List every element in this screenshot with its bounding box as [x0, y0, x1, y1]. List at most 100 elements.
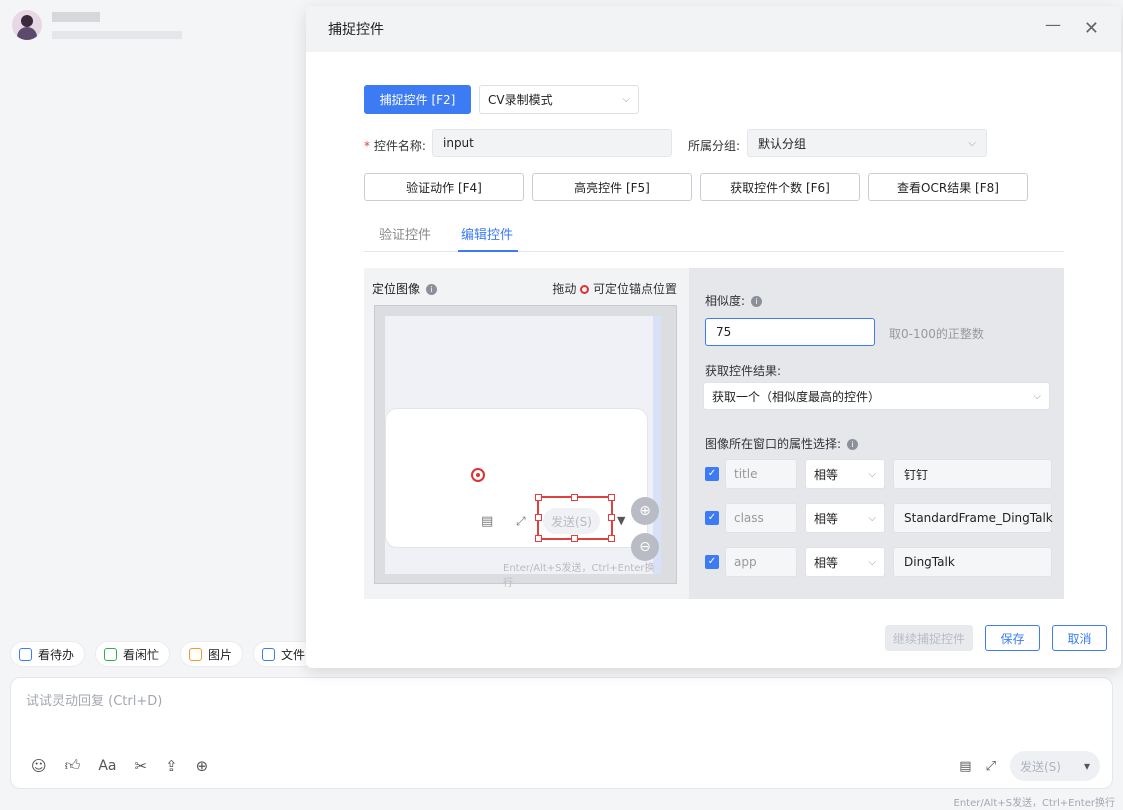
dialog-titlebar: 捕捉控件 — ✕: [306, 6, 1121, 52]
prop-row-app: ✓ app 相等 ⌵ DingTalk: [705, 547, 1052, 577]
resize-handle[interactable]: [571, 535, 578, 542]
quick-todo-button[interactable]: 看待办: [10, 641, 86, 667]
close-icon[interactable]: ✕: [1084, 18, 1099, 39]
prop-key: app: [725, 547, 797, 577]
chevron-down-icon: ⌵: [868, 556, 876, 568]
locate-image-canvas[interactable]: ▤ ⤢ 发送(S) ▼ Enter/Alt+S发送，Ctrl+Enter换行 ⊕: [374, 305, 677, 589]
prop-value[interactable]: DingTalk: [893, 547, 1052, 577]
emoji-icon[interactable]: ☺: [31, 757, 47, 775]
name-label: * 控件名称:: [364, 139, 426, 153]
resize-handle[interactable]: [608, 494, 615, 501]
chevron-down-icon: ⌵: [968, 137, 976, 149]
thumbs-up-icon[interactable]: 👍︎: [65, 756, 81, 775]
name-input[interactable]: input: [432, 129, 672, 157]
ai-icon: ▤: [481, 514, 494, 529]
prop-checkbox[interactable]: ✓: [705, 511, 719, 525]
highlight-button[interactable]: 高亮控件 [F5]: [532, 173, 692, 201]
prop-op-select[interactable]: 相等 ⌵: [805, 459, 885, 489]
target-icon: [580, 285, 590, 294]
prop-row-class: ✓ class 相等 ⌵ StandardFrame_DingTalk: [705, 503, 1053, 533]
send-button[interactable]: 发送(S) ▾: [1010, 751, 1100, 781]
prop-value[interactable]: 钉钉: [893, 459, 1052, 489]
composer-placeholder[interactable]: 试试灵动回复 (Ctrl+D): [26, 690, 162, 709]
selection-rectangle[interactable]: [535, 494, 615, 542]
prop-value[interactable]: StandardFrame_DingTalk: [893, 503, 1053, 533]
quick-image-button[interactable]: 图片: [180, 641, 244, 667]
folder-icon: [262, 647, 276, 661]
tab-edit[interactable]: 编辑控件: [461, 224, 513, 243]
prop-checkbox[interactable]: ✓: [705, 555, 719, 569]
verify-action-button[interactable]: 验证动作 [F4]: [364, 173, 524, 201]
properties-panel: 相似度: i 75 取0-100的正整数 获取控件结果: 获取一个（相似度最高的控…: [689, 268, 1064, 599]
zoom-out-icon[interactable]: ⊖: [631, 533, 659, 561]
result-select[interactable]: 获取一个（相似度最高的控件） ⌵: [703, 382, 1050, 410]
result-label: 获取控件结果:: [705, 364, 782, 378]
zoom-in-icon[interactable]: ⊕: [631, 497, 659, 525]
cancel-button[interactable]: 取消: [1052, 625, 1107, 651]
active-tab-indicator: [458, 250, 518, 252]
chevron-down-icon[interactable]: ▾: [1084, 759, 1090, 773]
captured-image: ▤ ⤢ 发送(S) ▼ Enter/Alt+S发送，Ctrl+Enter换行: [385, 316, 661, 589]
prop-checkbox[interactable]: ✓: [705, 467, 719, 481]
view-ocr-button[interactable]: 查看OCR结果 [F8]: [868, 173, 1028, 201]
message-composer[interactable]: 试试灵动回复 (Ctrl+D) ☺ 👍︎ Aa ✂ ⇪ ⊕ ▤ ⤢ 发送(S) …: [10, 677, 1113, 789]
prop-key: class: [725, 503, 797, 533]
prop-key: title: [725, 459, 797, 489]
composer-hint: Enter/Alt+S发送，Ctrl+Enter换行: [953, 798, 1116, 809]
dialog-title: 捕捉控件: [328, 22, 384, 38]
scissors-icon[interactable]: ✂: [134, 757, 147, 775]
capture-button[interactable]: 捕捉控件 [F2]: [364, 85, 471, 114]
save-button[interactable]: 保存: [985, 625, 1040, 651]
group-select[interactable]: 默认分组 ⌵: [747, 129, 987, 157]
chevron-down-icon: ⌵: [868, 468, 876, 480]
minimize-icon[interactable]: —: [1045, 15, 1061, 34]
ai-icon[interactable]: ▤: [959, 759, 971, 774]
chat-header: [0, 0, 305, 50]
quick-busy-button[interactable]: 看闲忙: [95, 641, 171, 667]
capture-control-dialog: 捕捉控件 — ✕ 捕捉控件 [F2] CV录制模式 ⌵ * 控件名称: inpu…: [306, 6, 1121, 668]
info-icon[interactable]: i: [751, 296, 763, 307]
resize-handle[interactable]: [535, 494, 542, 501]
chevron-down-icon: ⌵: [1033, 390, 1041, 402]
mode-select[interactable]: CV录制模式 ⌵: [479, 85, 639, 114]
folder-upload-icon[interactable]: ⇪: [165, 757, 178, 775]
continue-capture-button[interactable]: 继续捕捉控件: [885, 625, 973, 651]
chevron-down-icon: ⌵: [622, 94, 630, 105]
checklist-icon: [19, 647, 32, 661]
resize-handle[interactable]: [608, 514, 615, 521]
avatar[interactable]: [12, 10, 42, 40]
composer-toolbar: ☺ 👍︎ Aa ✂ ⇪ ⊕: [31, 756, 208, 775]
expand-icon: ⤢: [516, 514, 526, 528]
anchor-hint: 拖动 可定位锚点位置: [552, 282, 677, 296]
prop-op-select[interactable]: 相等 ⌵: [805, 503, 885, 533]
count-controls-button[interactable]: 获取控件个数 [F6]: [700, 173, 860, 201]
plus-circle-icon[interactable]: ⊕: [196, 757, 209, 775]
resize-handle[interactable]: [535, 535, 542, 542]
similarity-hint: 取0-100的正整数: [889, 327, 984, 341]
similarity-label: 相似度: i: [705, 292, 763, 309]
info-icon[interactable]: i: [847, 439, 859, 450]
locate-image-title: 定位图像 i: [372, 280, 438, 297]
tab-bar: 验证控件 编辑控件: [364, 218, 1064, 252]
prop-row-title: ✓ title 相等 ⌵ 钉钉: [705, 459, 1052, 489]
captured-hint-text: Enter/Alt+S发送，Ctrl+Enter换行: [503, 563, 655, 589]
resize-handle[interactable]: [535, 514, 542, 521]
chevron-down-icon: ⌵: [868, 512, 876, 524]
quick-action-bar: 看待办 看闲忙 图片 文件: [10, 641, 317, 667]
expand-icon[interactable]: ⤢: [986, 759, 996, 774]
calendar-check-icon: [104, 647, 118, 661]
locate-image-panel: 定位图像 i 拖动 可定位锚点位置 ▤ ⤢ 发送(S) ▼ Enter/Alt+…: [364, 268, 689, 599]
chevron-down-icon: ▼: [617, 514, 626, 527]
anchor-target-icon[interactable]: [471, 468, 485, 482]
group-label: 所属分组:: [688, 139, 741, 153]
window-props-label: 图像所在窗口的属性选择: i: [705, 435, 859, 452]
resize-handle[interactable]: [571, 494, 578, 501]
tab-verify[interactable]: 验证控件: [379, 224, 431, 243]
resize-handle[interactable]: [608, 535, 615, 542]
user-name-blurred: [52, 11, 182, 39]
image-icon: [189, 647, 203, 661]
similarity-input[interactable]: 75: [705, 318, 875, 346]
info-icon[interactable]: i: [426, 284, 438, 295]
font-icon[interactable]: Aa: [98, 758, 116, 774]
prop-op-select[interactable]: 相等 ⌵: [805, 547, 885, 577]
